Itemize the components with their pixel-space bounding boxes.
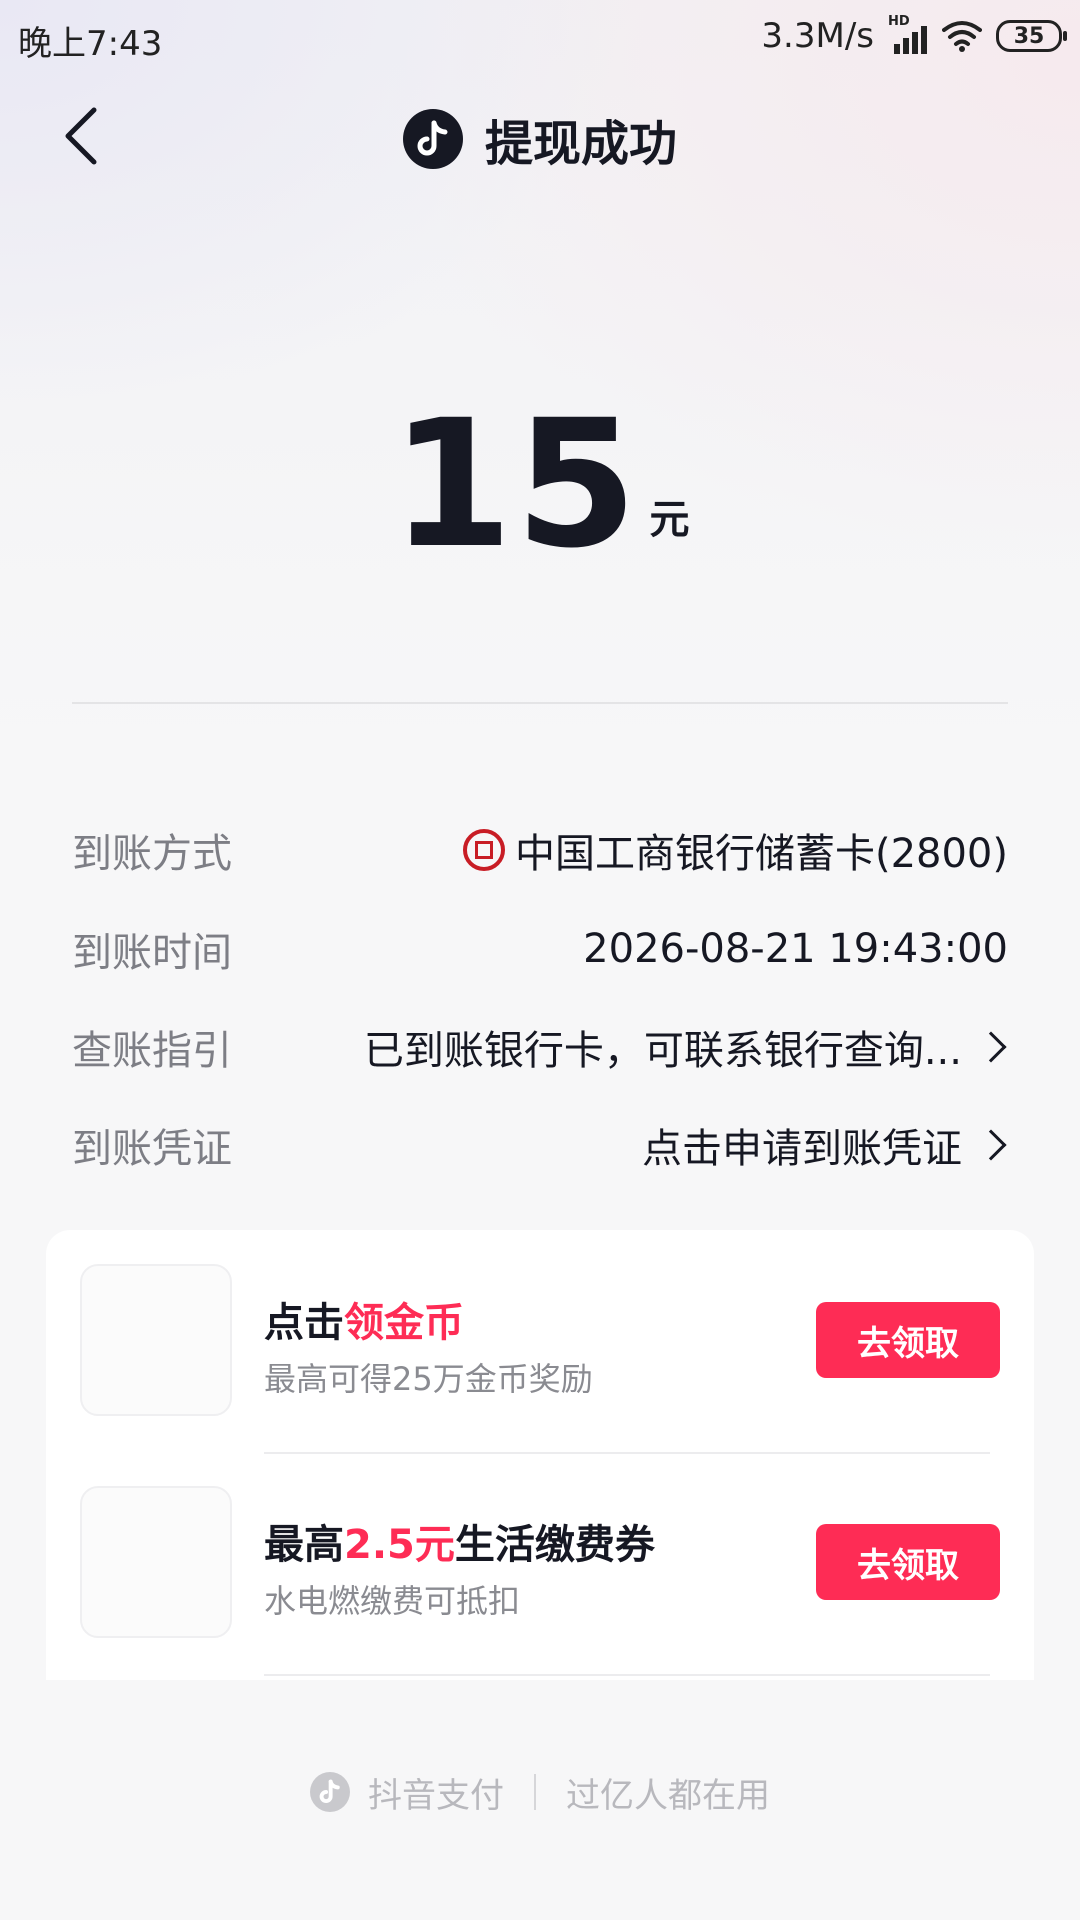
detail-label: 到账凭证 <box>72 1126 232 1172</box>
claim-button[interactable]: 去领取 <box>816 1524 1000 1600</box>
amount-value: 15 <box>390 382 640 587</box>
wifi-icon <box>942 21 982 52</box>
page-title: 提现成功 <box>484 116 677 172</box>
detail-label: 到账时间 <box>72 930 232 976</box>
footer-slogan: 过亿人都在用 <box>566 1775 770 1816</box>
detail-value[interactable]: 已到账银行卡，可联系银行查询... <box>364 1018 1008 1076</box>
promo-subtitle: 最高可得25万金币奖励 <box>264 1360 593 1398</box>
detail-row-time: 到账时间 2026-08-21 19:43:00 <box>72 919 1008 979</box>
detail-row-method: 到账方式 中国工商银行储蓄卡(2800) <box>72 820 1008 880</box>
network-speed: 3.3M/s <box>761 16 874 56</box>
status-time: 晚上7:43 <box>18 24 163 64</box>
page-header: 提现成功 <box>0 104 1080 174</box>
promo-image <box>80 1264 232 1416</box>
divider <box>264 1674 990 1676</box>
footer-separator <box>534 1774 536 1810</box>
voucher-link-text: 点击申请到账凭证 <box>642 1126 962 1172</box>
promo-title: 最高2.5元生活缴费券 <box>264 1522 655 1568</box>
icbc-bank-icon <box>462 829 505 871</box>
promo-image <box>80 1486 232 1638</box>
detail-row-guide[interactable]: 查账指引 已到账银行卡，可联系银行查询... <box>72 1017 1008 1077</box>
guide-text: 已到账银行卡，可联系银行查询... <box>363 1028 962 1074</box>
promo-title: 点击领金币 <box>264 1300 464 1346</box>
status-bar: 晚上7:43 3.3M/s HD 35 <box>0 0 1080 76</box>
douyin-logo-icon <box>402 109 463 169</box>
amount-display: 15 元 <box>0 395 1080 575</box>
detail-value: 中国工商银行储蓄卡(2800) <box>462 821 1008 879</box>
detail-row-voucher[interactable]: 到账凭证 点击申请到账凭证 <box>72 1115 1008 1175</box>
signal-icon: HD <box>888 14 928 54</box>
detail-label: 查账指引 <box>72 1028 232 1074</box>
promo-subtitle: 水电燃缴费可抵扣 <box>264 1582 521 1620</box>
footer-brand-name: 抖音支付 <box>368 1775 504 1816</box>
promo-item-coupon[interactable]: 最高2.5元生活缴费券 水电燃缴费可抵扣 去领取 <box>46 1452 1034 1674</box>
bank-card-text: 中国工商银行储蓄卡(2800) <box>514 831 1008 877</box>
chevron-right-icon <box>975 1031 1007 1063</box>
claim-button[interactable]: 去领取 <box>816 1302 1000 1378</box>
divider <box>72 702 1008 704</box>
promo-card: 点击领金币 最高可得25万金币奖励 去领取 最高2.5元生活缴费券 水电燃缴费可… <box>46 1230 1034 1680</box>
promo-item-coins[interactable]: 点击领金币 最高可得25万金币奖励 去领取 <box>46 1230 1034 1452</box>
footer-brand: 抖音支付 过亿人都在用 <box>0 1764 1080 1820</box>
detail-value[interactable]: 点击申请到账凭证 <box>642 1116 1008 1174</box>
detail-value: 2026-08-21 19:43:00 <box>583 926 1008 972</box>
battery-icon: 35 <box>996 20 1067 52</box>
amount-unit: 元 <box>649 497 690 543</box>
detail-label: 到账方式 <box>72 831 232 877</box>
chevron-right-icon <box>975 1129 1007 1161</box>
status-indicators: 3.3M/s HD 35 <box>761 14 1067 58</box>
douyin-pay-logo-icon <box>310 1772 350 1812</box>
